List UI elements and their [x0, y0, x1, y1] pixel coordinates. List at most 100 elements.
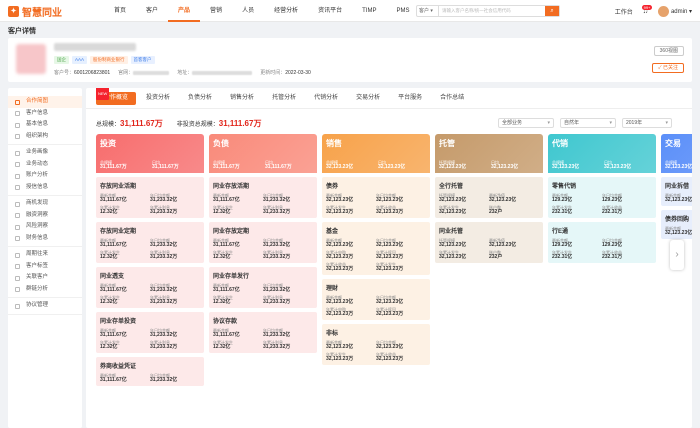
column-header[interactable]: 托管 托管规模 32,123.23亿 日均 32,123.23亿 [435, 134, 543, 173]
metric-value: 232.31万 [602, 209, 623, 215]
metric-cell: 最新余额 32,123.23亿 [326, 340, 376, 350]
sidebar-item[interactable]: 业务画像 [8, 147, 82, 159]
tab[interactable]: 合作概览 NEW [96, 88, 137, 105]
bell-icon[interactable]: ♫ 99+ [642, 4, 652, 15]
sidebar-item-label: 关联客户 [26, 274, 49, 280]
product-card[interactable]: 存放同业活期 最新余额 31,111.67亿 年日均余额 31,233.32亿 年累计发生… [96, 177, 204, 218]
user-menu[interactable]: admin ▾ [657, 5, 692, 17]
view-360-button[interactable]: 360视图 [653, 46, 684, 56]
product-card[interactable]: 同业拆借最新余额32,123.23亿年累计发生32,123.23亿 [661, 177, 692, 206]
metric-cell: 年累计收益 32,123.23万 [376, 352, 426, 362]
sidebar-item[interactable]: 基本信息 [8, 119, 82, 131]
product-card[interactable]: 行E通 最新余额 129.23亿 年日均余额 129.23亿 年累计发生 232.31亿 年累… [548, 222, 656, 263]
card-title: 存放同业定期 [100, 229, 137, 235]
card-title: 协议存款 [213, 319, 238, 325]
sidebar-item[interactable]: 融资洞察 [8, 210, 82, 222]
product-card[interactable]: 同业存放定期 最新余额 31,111.67亿 年日均余额 31,233.32亿 年累计发生… [209, 222, 317, 263]
sidebar-item[interactable]: 合作简图 [8, 96, 82, 108]
sidebar-item[interactable]: 客户信息 [8, 108, 82, 120]
product-card[interactable]: 同业存放活期 最新余额 31,111.67亿 年日均余额 31,233.32亿 年累计发生… [209, 177, 317, 218]
filter-select[interactable]: 自然年 [560, 118, 616, 128]
nav-item[interactable]: 首页 [104, 0, 136, 22]
metric-cell: 托管规模 32,123.23亿 [439, 238, 489, 248]
product-card[interactable]: 券商收益凭证 最新余额 31,111.67亿 年日均余额 31,233.32亿 [96, 357, 204, 386]
product-card[interactable]: 同业存单发行 最新余额 31,111.67亿 年日均余额 31,233.32亿 年累计发生… [209, 267, 317, 308]
app-logo[interactable]: ✦ 智慧同业 [8, 4, 62, 19]
sidebar-item[interactable]: 财务信息 [8, 233, 82, 245]
search-button[interactable]: ⌕ [545, 6, 559, 16]
sidebar-item[interactable]: 商机发现 [8, 198, 82, 210]
sidebar-item-label: 基本信息 [26, 121, 49, 127]
tab[interactable]: 合作总结 [432, 92, 472, 105]
sidebar-item-label: 风险洞察 [26, 223, 49, 229]
sidebar-item[interactable]: 周期往来 [8, 249, 82, 261]
metric-cell: 年日均余额 31,233.32亿 [263, 238, 313, 248]
nav-item[interactable]: 人员 [232, 0, 264, 22]
column-header[interactable]: 销售 总规模 32,123.23亿 日均 32,123.23亿 [322, 134, 430, 173]
tab[interactable]: 销售分析 [222, 92, 262, 105]
customer-tag: 国企 [54, 56, 69, 64]
product-card[interactable]: 债券 最新余额 32,123.23亿 年日均余额 32,123.23亿 年累计发生 32,1… [322, 177, 430, 218]
product-card[interactable]: 协议存款 最新余额 31,111.67亿 年日均余额 31,233.32亿 年累计发生 12… [209, 312, 317, 353]
nav-item[interactable]: 客户 [136, 0, 168, 22]
nav-item[interactable]: 资讯平台 [308, 0, 352, 22]
sidebar-item[interactable]: 协议管理 [8, 300, 82, 312]
nav-item[interactable]: PMS [386, 0, 419, 22]
tab[interactable]: 投资分析 [138, 92, 178, 105]
search-scope-select[interactable]: 客户 ▾ [417, 6, 439, 16]
sidebar-item[interactable]: 关联客户 [8, 272, 82, 284]
metric-value: 32,123.23万 [326, 311, 354, 317]
scroll-right-button[interactable]: › [670, 240, 684, 270]
nav-item[interactable]: 营销 [200, 0, 232, 22]
tab[interactable]: 负债分析 [180, 92, 220, 105]
tab[interactable]: 托管分析 [264, 92, 304, 105]
metric-cell: 年累计申购 32,123.23万 [326, 307, 376, 317]
product-card[interactable]: 理财 最新余额 32,123.23亿 年日均余额 32,123.23亿 年累计申购 32,1… [322, 279, 430, 320]
column-header[interactable]: 负债 总规模 31,111.67万 日均 31,111.67万 [209, 134, 317, 173]
metric-value: 32,123.23亿 [326, 299, 354, 305]
tab[interactable]: 代销分析 [306, 92, 346, 105]
product-card[interactable]: 非标 最新余额 32,123.23亿 年日均余额 32,123.23亿 年累计发生 32,1… [322, 324, 430, 365]
sidebar-item[interactable]: 客户标签 [8, 261, 82, 273]
product-card[interactable]: 存放同业定期 最新余额 31,111.67亿 年日均余额 31,233.32亿 年累计发生… [96, 222, 204, 263]
sidebar-item-label: 商机发现 [26, 200, 49, 206]
menu-icon [15, 134, 20, 139]
metric-value: 31,233.32亿 [263, 197, 291, 203]
sidebar-item[interactable]: 风险洞察 [8, 221, 82, 233]
column-header[interactable]: 投资 总规模 31,111.67万 日均 31,111.67万 [96, 134, 204, 173]
product-card[interactable]: 同业透支 最新余额 31,111.67亿 年日均余额 31,233.32亿 年累计发生 12… [96, 267, 204, 308]
product-card[interactable]: 基金 最新余额 32,123.23亿 年日均余额 32,123.23亿 年累计申购 32,1… [322, 222, 430, 275]
sidebar-item[interactable]: 账户分析 [8, 170, 82, 182]
card-metrics: 最新余额 31,111.67亿 年日均余额 31,233.32亿 年累计发生 12.32亿… [100, 283, 200, 305]
menu-icon [15, 236, 20, 241]
workbench-link[interactable]: 工作台 [615, 7, 633, 16]
filter-select[interactable]: 2019年 [622, 118, 672, 128]
nav-item[interactable]: 产品 [168, 0, 201, 22]
search-input[interactable]: 请输入客户名称/统一社会信用代码 [439, 6, 545, 16]
product-card[interactable]: 同业托管 托管规模 32,123.23亿 最新净值 32,123.23亿 年累计发生 32,… [435, 222, 543, 263]
product-card[interactable]: 全行托管 托管规模 32,123.23亿 最新净值 32,123.23亿 年累计发生 32,… [435, 177, 543, 218]
metric-value: 32,123.23亿 [439, 254, 467, 260]
column-metric-value: 32,123.23亿 [378, 164, 406, 170]
product-card[interactable]: 债券回购最新余额32,123.23亿年累计发生32,123.23亿 [661, 210, 692, 239]
sidebar-item[interactable]: 业务动态 [8, 159, 82, 171]
column-header[interactable]: 代销 总规模 32,123.23亿 日均 32,123.23亿 [548, 134, 656, 173]
follow-button[interactable]: ✓ 已关注 [652, 63, 684, 73]
metric-value: 31,233.32亿 [263, 332, 291, 338]
sidebar-item[interactable]: 授信信息 [8, 182, 82, 194]
nav-item[interactable]: TIMP [352, 0, 386, 22]
metric-cell: 年累计赎回 32,123.23万 [376, 250, 426, 260]
column-header[interactable]: 交易 总规模 32,123.23亿 [661, 134, 692, 173]
sidebar-item-label: 授信信息 [26, 183, 49, 190]
metric-value: 32,123.23万 [326, 266, 354, 272]
column-title: 投资 [100, 139, 116, 148]
sidebar-item[interactable]: 群链分析 [8, 284, 82, 296]
filter-select[interactable]: 全部业务 [498, 118, 554, 128]
product-card[interactable]: 同业存单投资 最新余额 31,111.67亿 年日均余额 31,233.32亿 年累计发生… [96, 312, 204, 353]
tab[interactable]: 平台服务 [390, 92, 430, 105]
nav-item[interactable]: 经营分析 [264, 0, 308, 22]
sidebar-item[interactable]: 组织架构 [8, 131, 82, 143]
product-card[interactable]: 零售代销 最新余额 129.23亿 年日均余额 129.23亿 年累计发生 232.31亿年… [548, 177, 656, 218]
metric-value: 31,111.67亿 [213, 332, 240, 338]
tab[interactable]: 交易分析 [348, 92, 388, 105]
